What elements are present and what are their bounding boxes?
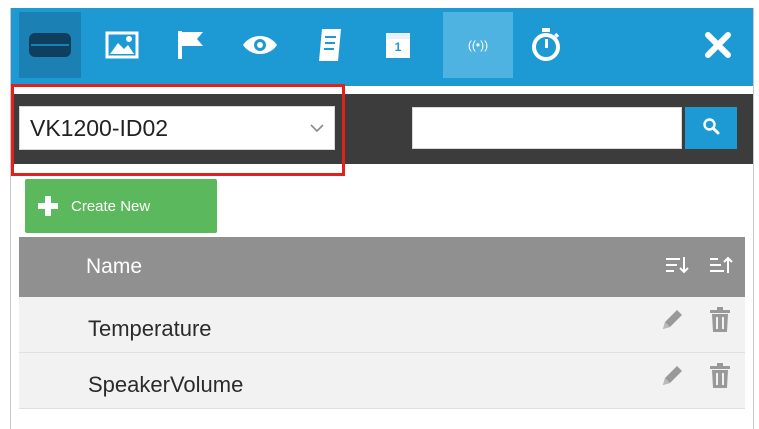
row-name: SpeakerVolume — [88, 371, 244, 397]
table-row[interactable]: SpeakerVolume — [19, 353, 745, 409]
search-button[interactable] — [685, 107, 737, 149]
sort-ascending-icon[interactable] — [709, 255, 733, 280]
device-select-value: VK1200-ID02 — [30, 114, 169, 141]
search-icon — [702, 117, 720, 140]
panel: 1 ((•)) VK1200-ID02 Create New Name Temp… — [10, 8, 754, 429]
chevron-down-icon — [300, 123, 334, 133]
row-name: Temperature — [88, 315, 212, 341]
create-new-label: Create New — [71, 197, 151, 215]
row-actions — [659, 307, 731, 338]
edit-icon[interactable] — [659, 363, 685, 394]
toolbar: 1 ((•)) — [11, 8, 753, 86]
tab-flags[interactable] — [159, 12, 221, 78]
image-icon — [105, 31, 139, 59]
table-row[interactable]: Temperature — [19, 297, 745, 353]
table-header: Name — [19, 237, 745, 297]
close-button[interactable] — [687, 12, 749, 78]
tab-calendar[interactable]: 1 — [367, 12, 429, 78]
create-new-button[interactable]: Create New — [25, 179, 217, 233]
calendar-day: 1 — [394, 40, 402, 54]
stopwatch-icon — [530, 27, 562, 63]
trash-icon[interactable] — [709, 307, 731, 338]
tab-scripts[interactable] — [299, 12, 361, 78]
search-input[interactable] — [412, 107, 682, 149]
tab-broadcast[interactable]: ((•)) — [443, 12, 513, 78]
tab-timer[interactable] — [515, 12, 577, 78]
row-actions — [659, 363, 731, 394]
tab-view[interactable] — [229, 12, 291, 78]
tab-images[interactable] — [91, 12, 153, 78]
column-name-header[interactable]: Name — [86, 255, 665, 279]
close-icon — [704, 31, 732, 59]
trash-icon[interactable] — [709, 363, 731, 394]
scroll-icon — [317, 27, 343, 63]
flag-icon — [175, 29, 205, 61]
edit-icon[interactable] — [659, 307, 685, 338]
tab-devices[interactable] — [19, 12, 81, 78]
calendar-icon: 1 — [385, 31, 411, 59]
device-icon — [27, 30, 73, 60]
plus-icon — [25, 195, 71, 217]
filter-bar: VK1200-ID02 — [11, 94, 753, 164]
device-select[interactable]: VK1200-ID02 — [19, 106, 335, 150]
eye-icon — [241, 33, 279, 57]
broadcast-icon: ((•)) — [467, 38, 489, 52]
sort-controls — [665, 255, 733, 280]
sort-descending-icon[interactable] — [665, 255, 689, 280]
